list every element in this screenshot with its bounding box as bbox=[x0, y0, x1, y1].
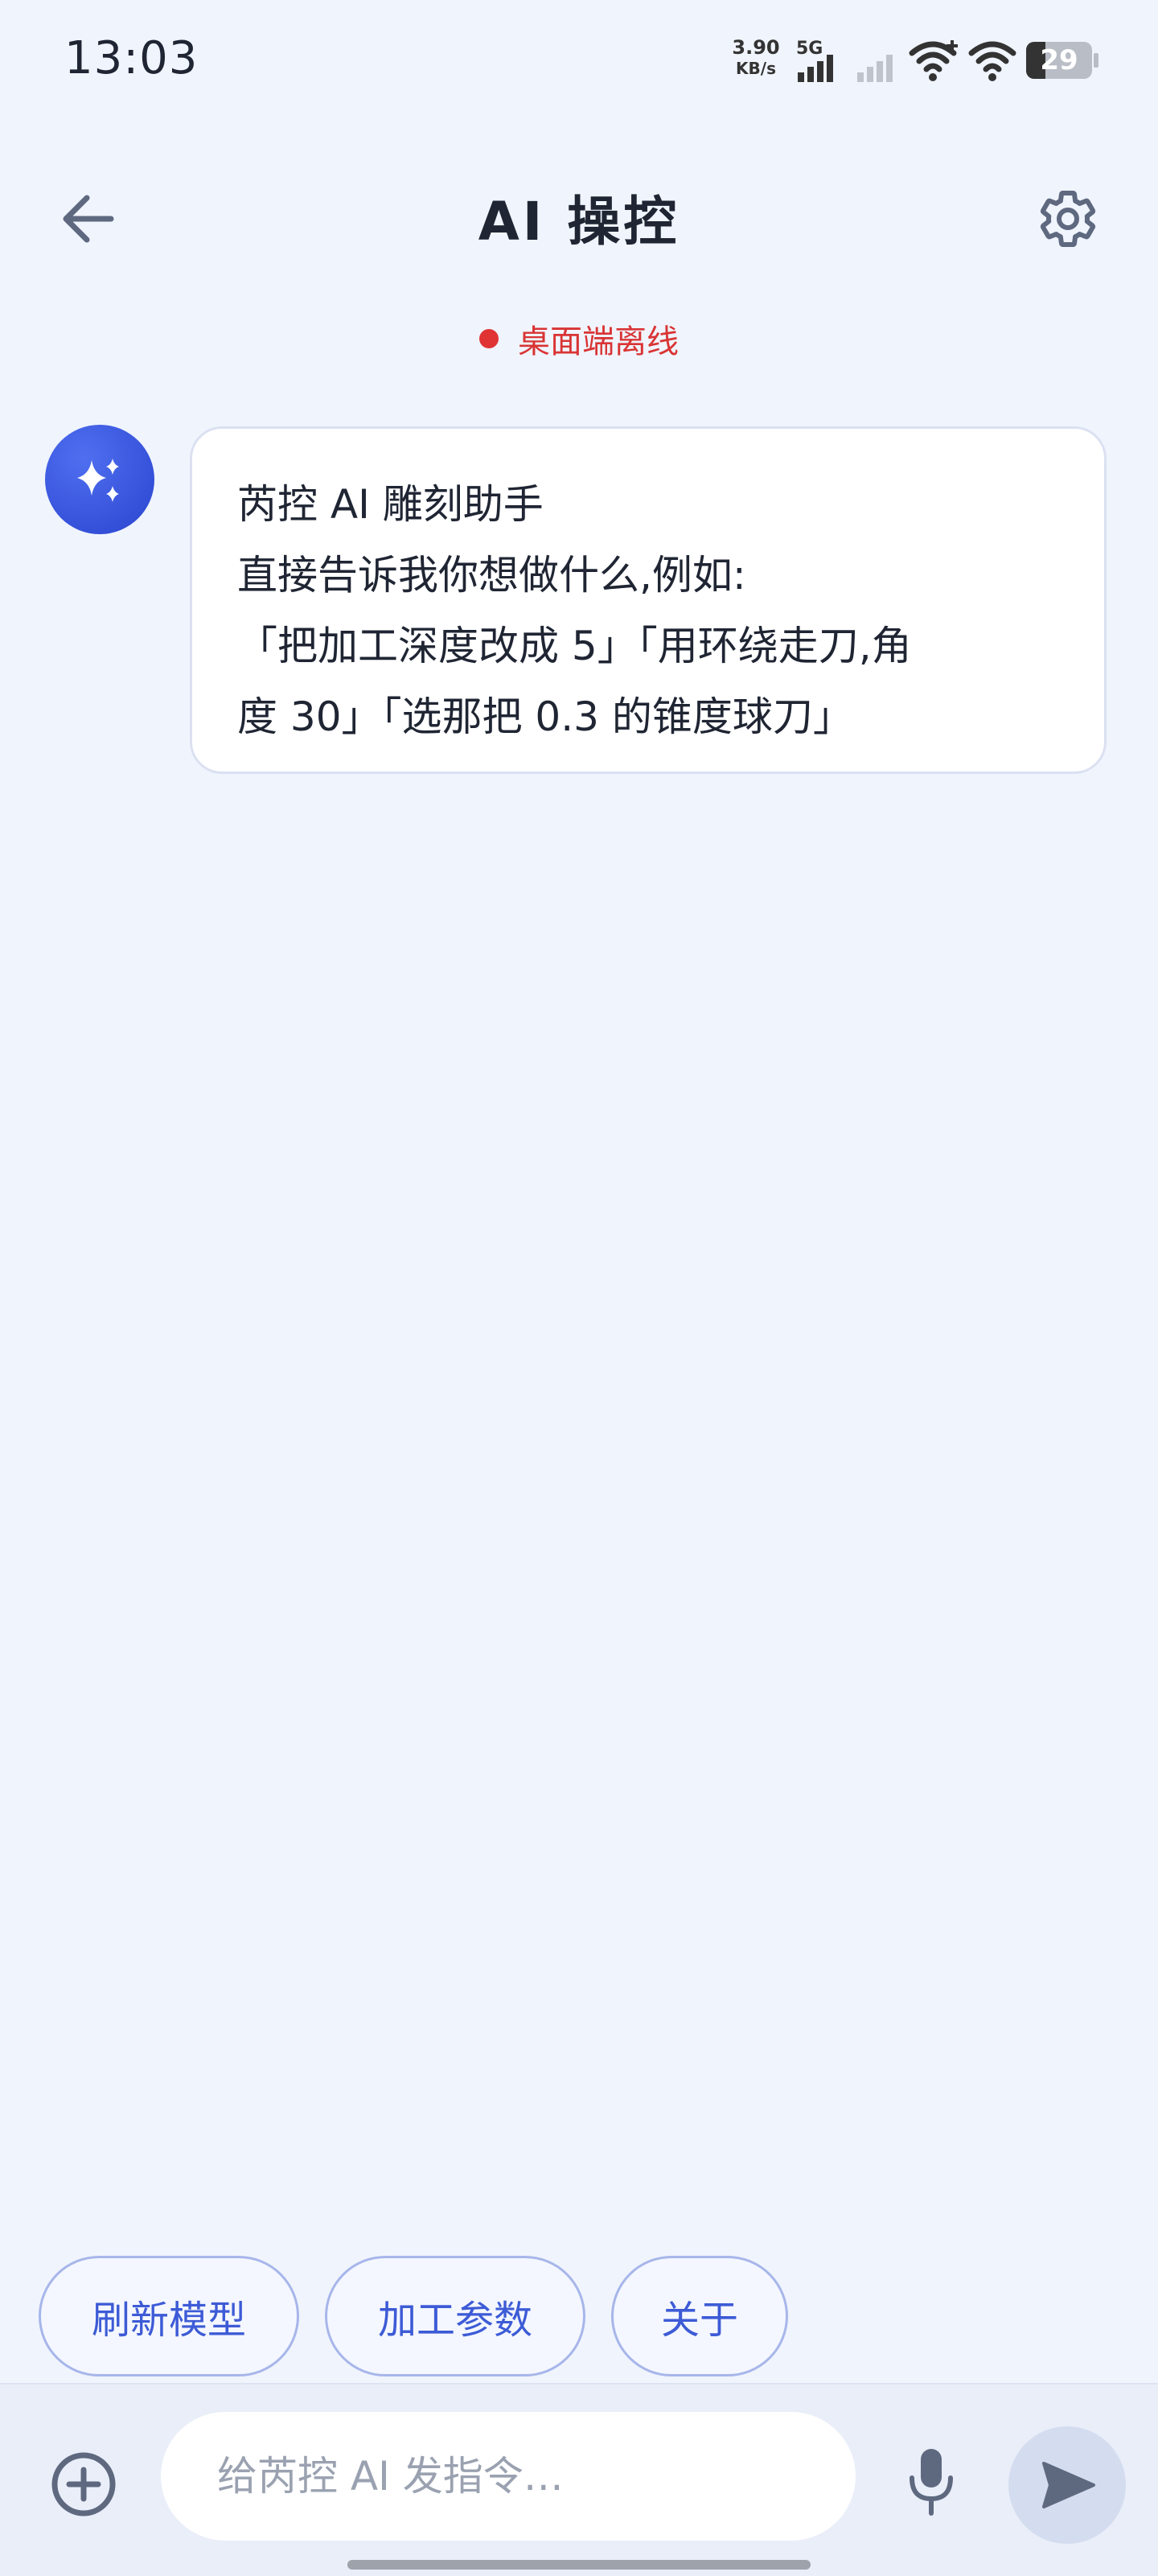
signal-weak-icon bbox=[857, 55, 893, 82]
status-time: 13:03 bbox=[64, 32, 199, 84]
send-button[interactable] bbox=[1008, 2426, 1126, 2544]
home-indicator bbox=[347, 2560, 811, 2570]
ai-avatar bbox=[45, 425, 154, 534]
message-line: 芮控 AI 雕刻助手 bbox=[237, 481, 544, 528]
page-title: AI 操控 bbox=[478, 191, 680, 253]
assistant-message-bubble: 芮控 AI 雕刻助手 直接告诉我你想做什么,例如: 「把加工深度改成 5」「用环… bbox=[190, 426, 1107, 774]
wifi-icon bbox=[968, 41, 1016, 81]
wifi-plus-icon bbox=[909, 40, 958, 81]
battery-icon: 29 bbox=[1026, 42, 1092, 79]
battery-level: 29 bbox=[1040, 44, 1078, 76]
connection-status-text: 桌面端离线 bbox=[518, 323, 679, 360]
refresh-model-chip[interactable]: 刷新模型 bbox=[39, 2256, 299, 2376]
microphone-icon[interactable] bbox=[905, 2446, 957, 2518]
send-icon bbox=[1042, 2462, 1095, 2508]
gear-icon[interactable] bbox=[1036, 187, 1100, 251]
message-line: 「把加工深度改成 5」「用环绕走刀,角 bbox=[237, 623, 912, 669]
message-line: 度 30」「选那把 0.3 的锥度球刀」 bbox=[237, 693, 853, 740]
signal-strong-icon bbox=[798, 55, 833, 82]
about-chip[interactable]: 关于 bbox=[611, 2256, 788, 2376]
machining-params-chip[interactable]: 加工参数 bbox=[325, 2256, 585, 2376]
connection-status: 桌面端离线 bbox=[0, 315, 1158, 362]
message-line: 直接告诉我你想做什么,例如: bbox=[237, 552, 746, 599]
network-speed-value: 3.90 bbox=[732, 36, 780, 59]
network-speed-unit: KB/s bbox=[736, 59, 776, 78]
command-input[interactable] bbox=[161, 2412, 856, 2541]
offline-status-dot bbox=[479, 329, 499, 348]
sparkle-icon bbox=[77, 459, 119, 502]
battery-tip bbox=[1094, 53, 1098, 68]
network-speed: 3.90 KB/s bbox=[724, 37, 788, 79]
add-icon[interactable] bbox=[50, 2450, 117, 2518]
